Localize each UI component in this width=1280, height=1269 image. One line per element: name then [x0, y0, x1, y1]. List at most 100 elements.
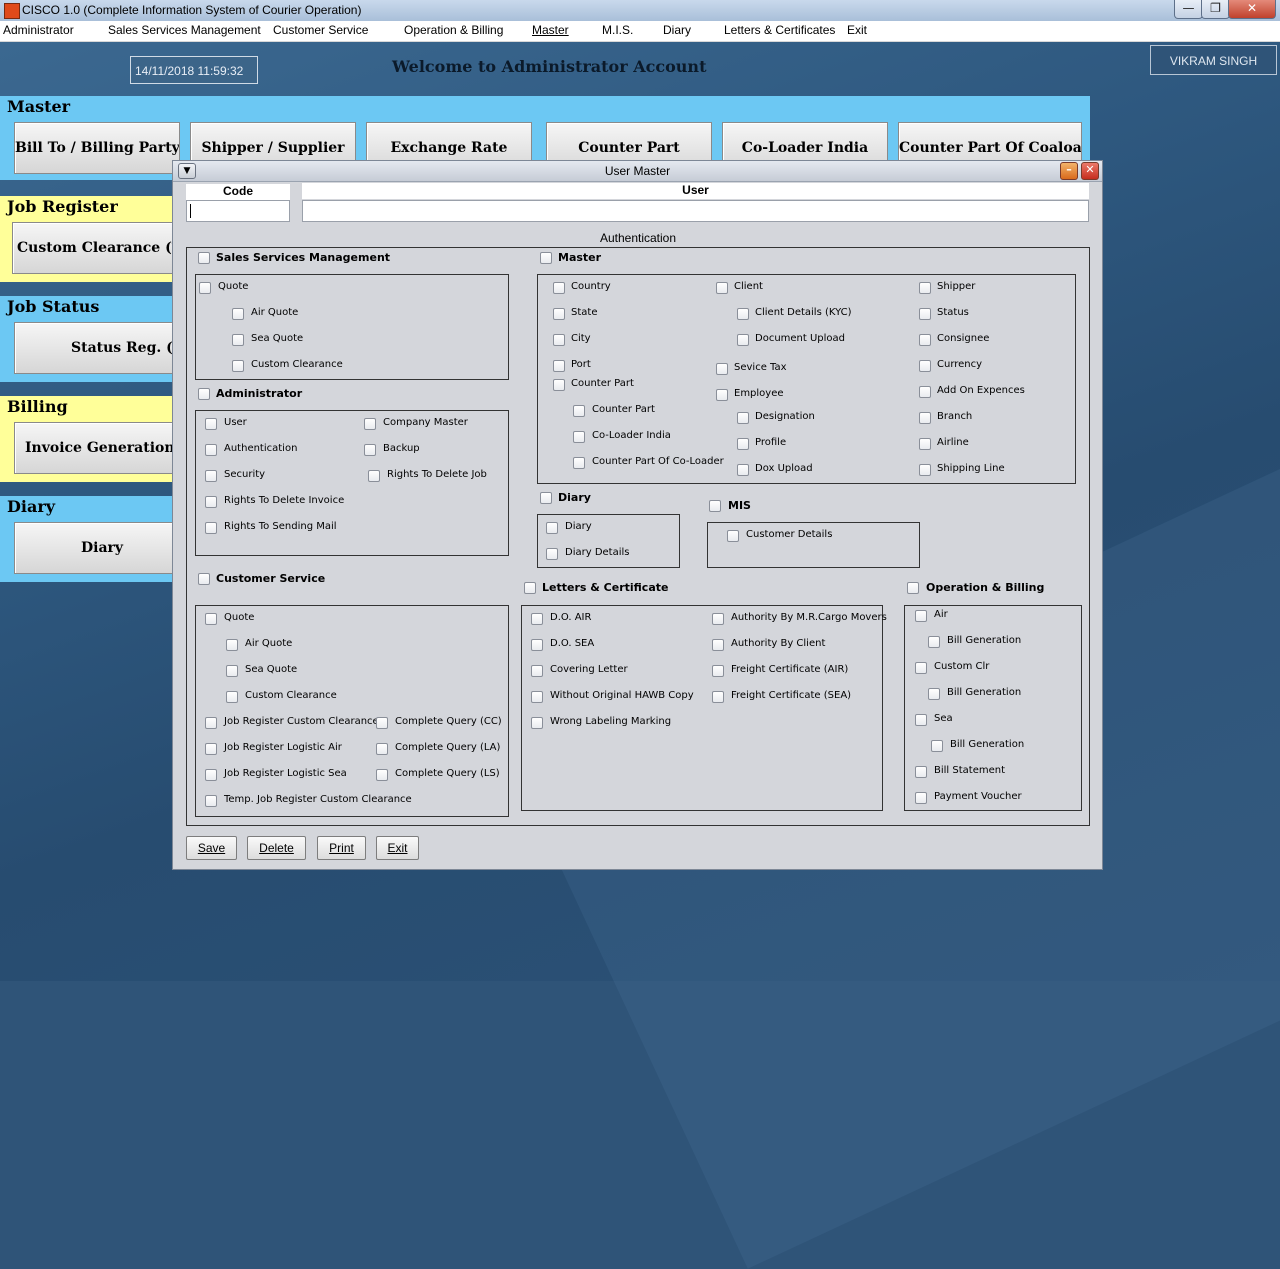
cs-complete-query-la-checkbox[interactable]: [376, 743, 388, 755]
cs-complete-query-cc-checkbox[interactable]: [376, 717, 388, 729]
mis-checkbox[interactable]: [709, 500, 721, 512]
dialog-close-button[interactable]: ✕: [1081, 162, 1099, 180]
letters-authority-mrcargo-checkbox[interactable]: [712, 613, 724, 625]
letters-authority-client-checkbox[interactable]: [712, 639, 724, 651]
menu-operation-billing[interactable]: Operation & Billing: [404, 23, 503, 37]
admin-company-master-checkbox[interactable]: [364, 418, 376, 430]
maximize-button[interactable]: ❐: [1201, 0, 1230, 19]
ob-checkbox[interactable]: [907, 582, 919, 594]
master-state-checkbox[interactable]: [553, 308, 565, 320]
ob-bill-statement-checkbox[interactable]: [915, 766, 927, 778]
cs-air-quote-checkbox[interactable]: [226, 639, 238, 651]
ob-air-bill-generation-checkbox[interactable]: [928, 636, 940, 648]
custom-clearance-temp-button[interactable]: Custom Clearance (Temp: [12, 222, 182, 274]
master-client-checkbox[interactable]: [716, 282, 728, 294]
master-document-upload-checkbox[interactable]: [737, 334, 749, 346]
letters-wrong-labeling-checkbox[interactable]: [531, 717, 543, 729]
ssm-air-quote-checkbox[interactable]: [232, 308, 244, 320]
admin-user-checkbox[interactable]: [205, 418, 217, 430]
diary-checkbox[interactable]: [540, 492, 552, 504]
master-client-kyc-checkbox[interactable]: [737, 308, 749, 320]
minimize-button[interactable]: —: [1174, 0, 1203, 19]
cs-checkbox[interactable]: [198, 573, 210, 585]
ob-air-checkbox[interactable]: [915, 610, 927, 622]
master-counter-part-coloader-checkbox[interactable]: [573, 457, 585, 469]
master-profile-checkbox[interactable]: [737, 438, 749, 450]
invoice-generation-button[interactable]: Invoice Generation (Cu: [14, 422, 182, 474]
dialog-title-bar[interactable]: ▼ User Master – ✕: [173, 161, 1102, 182]
ssm-sea-quote-checkbox[interactable]: [232, 334, 244, 346]
save-button[interactable]: Save: [186, 836, 237, 860]
master-country-checkbox[interactable]: [553, 282, 565, 294]
menu-letters-certificates[interactable]: Letters & Certificates: [724, 23, 835, 37]
letters-without-hawb-checkbox[interactable]: [531, 691, 543, 703]
master-service-tax-checkbox[interactable]: [716, 363, 728, 375]
menu-diary[interactable]: Diary: [663, 23, 691, 37]
ssm-custom-clearance-checkbox[interactable]: [232, 360, 244, 372]
cs-custom-clearance-checkbox[interactable]: [226, 691, 238, 703]
close-button[interactable]: ✕: [1228, 0, 1276, 19]
exit-button[interactable]: Exit: [376, 836, 419, 860]
master-add-on-expences-checkbox[interactable]: [919, 386, 931, 398]
admin-authentication-checkbox[interactable]: [205, 444, 217, 456]
cs-temp-job-reg-checkbox[interactable]: [205, 795, 217, 807]
code-input[interactable]: [186, 200, 290, 222]
master-shipper-checkbox[interactable]: [919, 282, 931, 294]
master-designation-checkbox[interactable]: [737, 412, 749, 424]
diary-diary-checkbox[interactable]: [546, 522, 558, 534]
master-checkbox[interactable]: [540, 252, 552, 264]
cs-job-reg-cc-checkbox[interactable]: [205, 717, 217, 729]
master-counter-part-checkbox[interactable]: [553, 379, 565, 391]
master-co-loader-india-checkbox[interactable]: [573, 431, 585, 443]
master-counter-part-sub-checkbox[interactable]: [573, 405, 585, 417]
cs-sea-quote-checkbox[interactable]: [226, 665, 238, 677]
ob-payment-voucher-checkbox[interactable]: [915, 792, 927, 804]
window-title-bar[interactable]: CISCO 1.0 (Complete Information System o…: [0, 0, 1280, 22]
mis-customer-details-checkbox[interactable]: [727, 530, 739, 542]
letters-freight-sea-checkbox[interactable]: [712, 691, 724, 703]
diary-details-checkbox[interactable]: [546, 548, 558, 560]
master-port-checkbox[interactable]: [553, 360, 565, 372]
admin-delete-invoice-checkbox[interactable]: [205, 496, 217, 508]
master-consignee-checkbox[interactable]: [919, 334, 931, 346]
letters-do-air-checkbox[interactable]: [531, 613, 543, 625]
admin-sending-mail-checkbox[interactable]: [205, 522, 217, 534]
menu-customer-service[interactable]: Customer Service: [273, 23, 368, 37]
letters-freight-air-checkbox[interactable]: [712, 665, 724, 677]
menu-sales-services-management[interactable]: Sales Services Management: [108, 23, 261, 37]
bill-to-billing-party-button[interactable]: Bill To / Billing Party: [14, 122, 180, 174]
letters-do-sea-checkbox[interactable]: [531, 639, 543, 651]
ob-custom-clr-checkbox[interactable]: [915, 662, 927, 674]
ob-sea-bill-generation-checkbox[interactable]: [931, 740, 943, 752]
letters-checkbox[interactable]: [524, 582, 536, 594]
menu-exit[interactable]: Exit: [847, 23, 867, 37]
dialog-minimize-button[interactable]: –: [1060, 162, 1078, 180]
user-input[interactable]: [302, 200, 1089, 222]
menu-administrator[interactable]: Administrator: [3, 23, 74, 37]
delete-button[interactable]: Delete: [247, 836, 306, 860]
cs-job-reg-air-checkbox[interactable]: [205, 743, 217, 755]
admin-delete-job-checkbox[interactable]: [368, 470, 380, 482]
master-airline-checkbox[interactable]: [919, 438, 931, 450]
admin-security-checkbox[interactable]: [205, 470, 217, 482]
master-dox-upload-checkbox[interactable]: [737, 464, 749, 476]
letters-covering-letter-checkbox[interactable]: [531, 665, 543, 677]
admin-checkbox[interactable]: [198, 388, 210, 400]
cs-quote-checkbox[interactable]: [205, 613, 217, 625]
menu-master[interactable]: Master: [532, 23, 569, 37]
ssm-quote-checkbox[interactable]: [199, 282, 211, 294]
cs-complete-query-ls-checkbox[interactable]: [376, 769, 388, 781]
print-button[interactable]: Print: [317, 836, 366, 860]
ob-clr-bill-generation-checkbox[interactable]: [928, 688, 940, 700]
master-shipping-line-checkbox[interactable]: [919, 464, 931, 476]
menu-mis[interactable]: M.I.S.: [602, 23, 633, 37]
master-currency-checkbox[interactable]: [919, 360, 931, 372]
cs-job-reg-sea-checkbox[interactable]: [205, 769, 217, 781]
master-employee-checkbox[interactable]: [716, 389, 728, 401]
master-city-checkbox[interactable]: [553, 334, 565, 346]
master-status-checkbox[interactable]: [919, 308, 931, 320]
ssm-checkbox[interactable]: [198, 252, 210, 264]
master-branch-checkbox[interactable]: [919, 412, 931, 424]
diary-button[interactable]: Diary: [14, 522, 182, 574]
ob-sea-checkbox[interactable]: [915, 714, 927, 726]
